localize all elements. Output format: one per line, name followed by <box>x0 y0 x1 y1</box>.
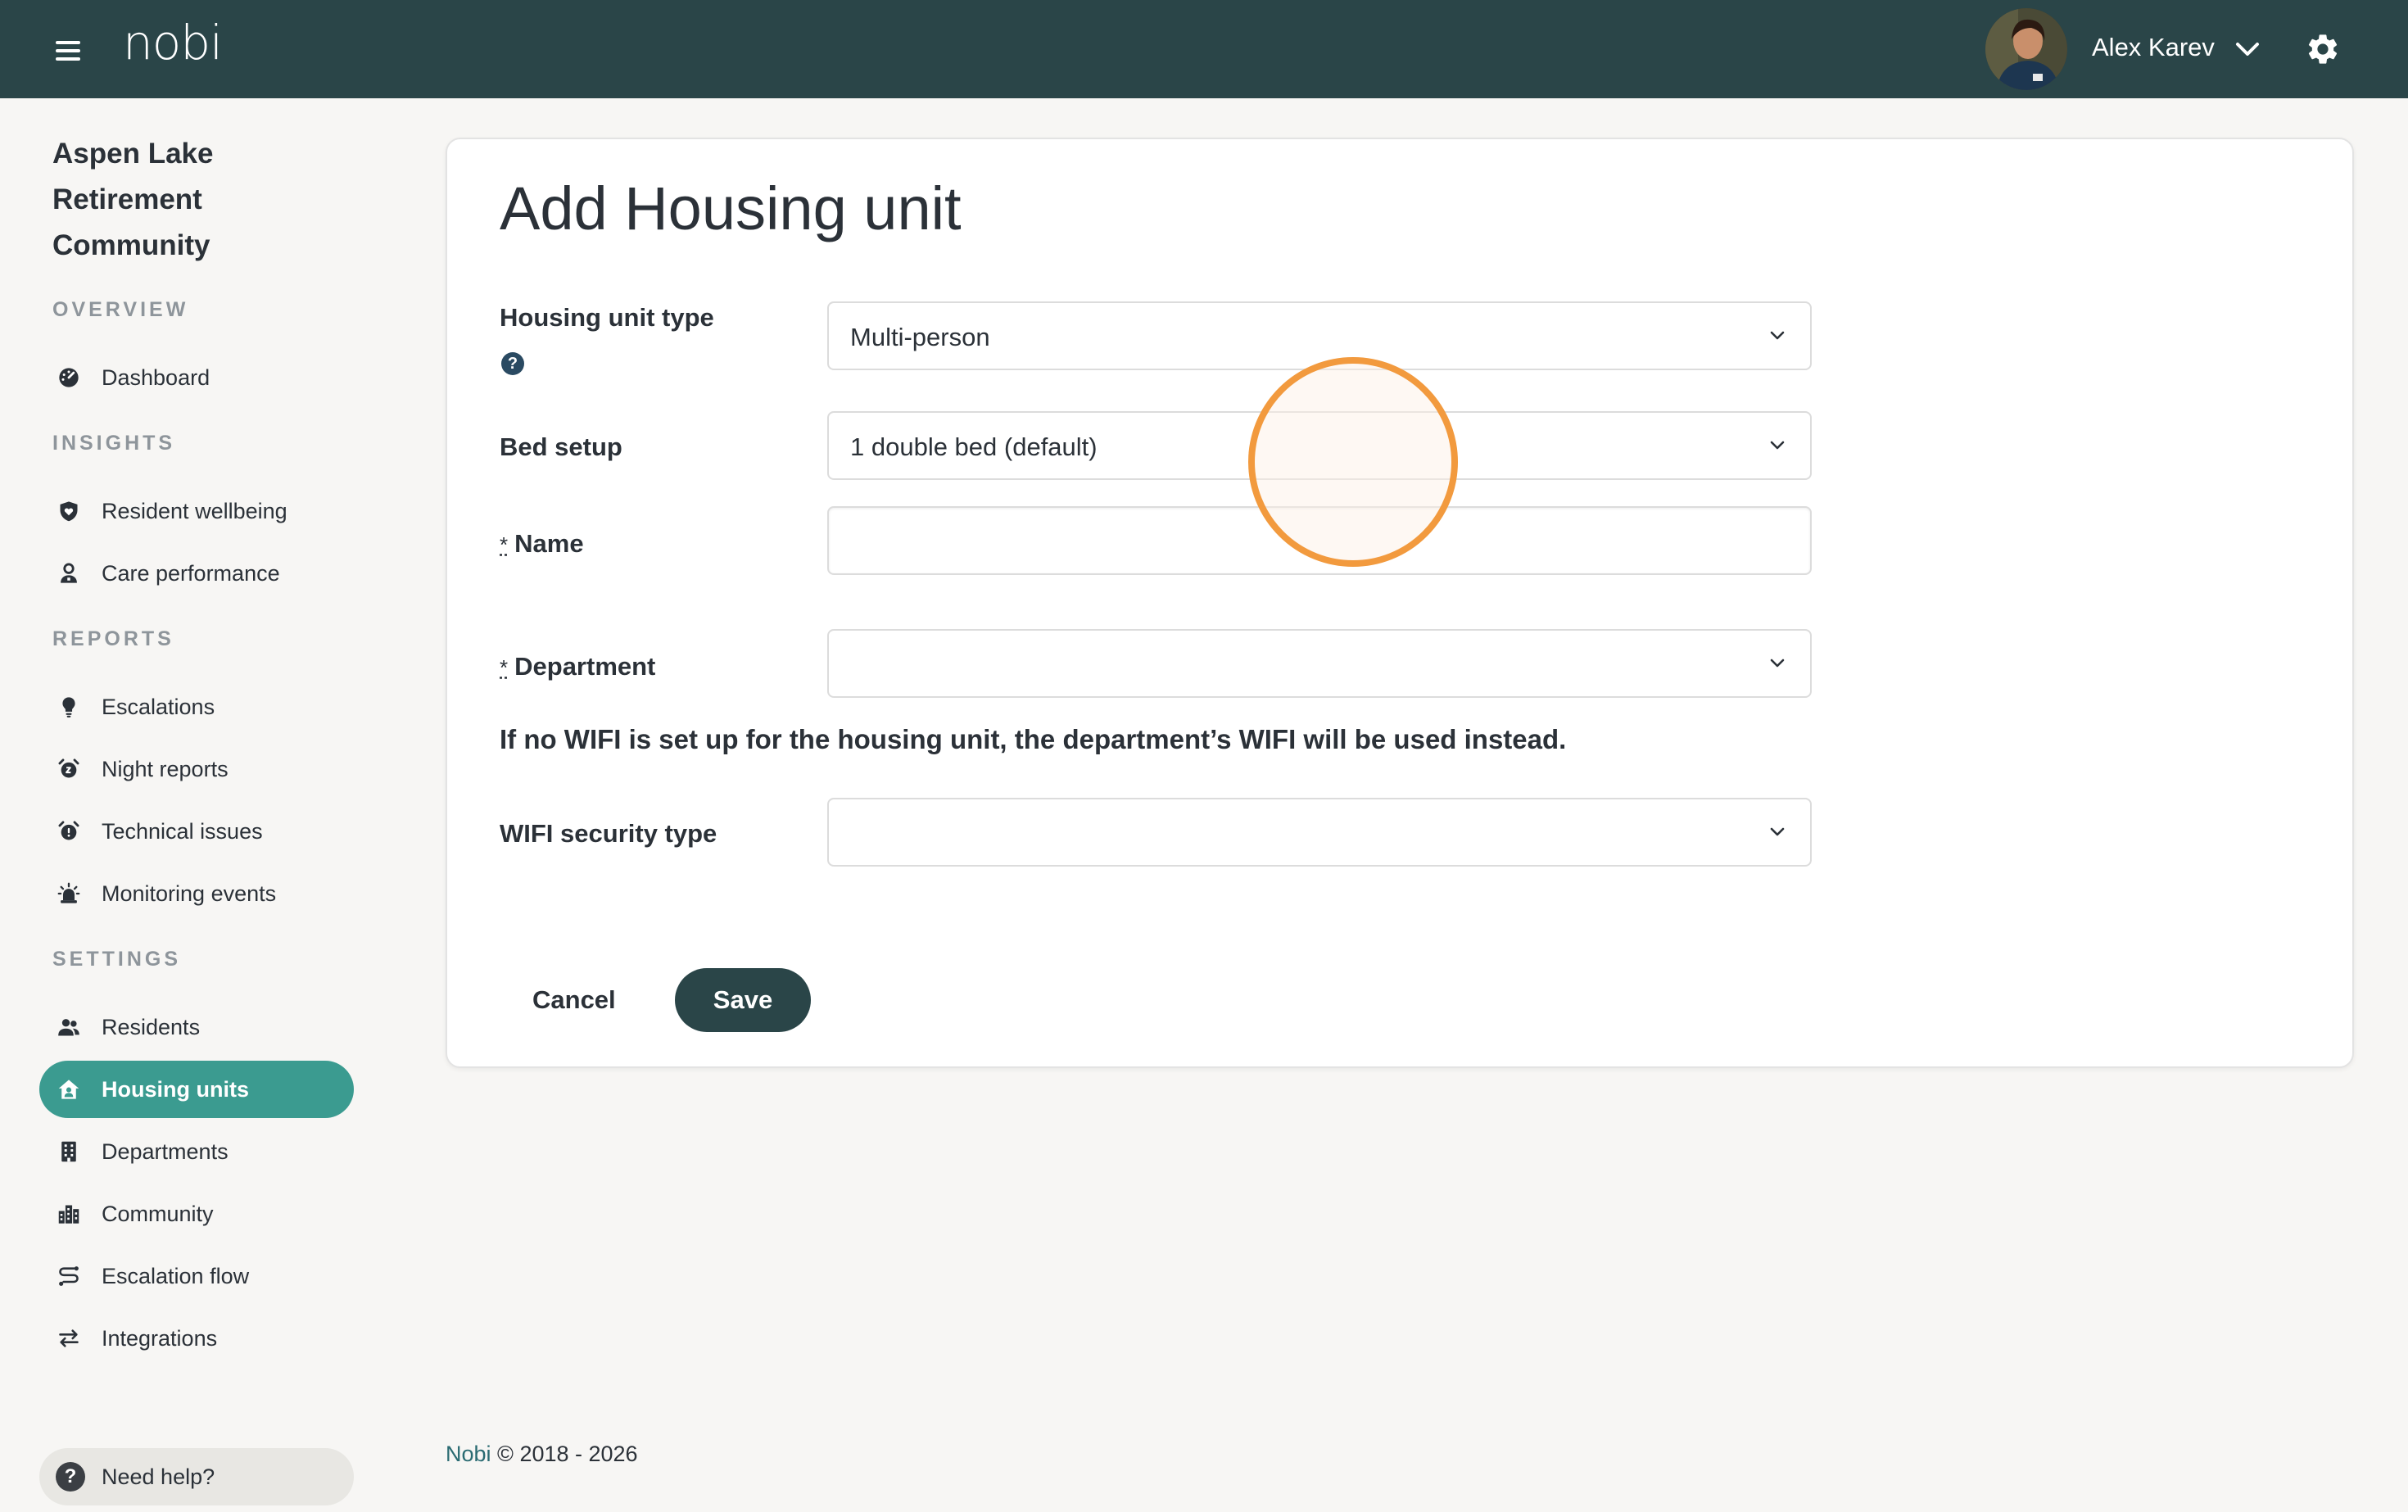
sidebar-item-label: Night reports <box>102 757 229 781</box>
building-icon <box>61 1141 76 1162</box>
sidebar-item-label: Housing units <box>102 1077 249 1102</box>
chevron-down-icon <box>1770 441 1785 450</box>
name-label: * Name <box>500 529 584 559</box>
siren-icon <box>57 882 80 903</box>
lightbulb-icon <box>62 697 75 718</box>
shield-heart-icon <box>60 501 78 522</box>
bed-setup-label: Bed setup <box>500 432 622 461</box>
wifi-security-type-label: WIFI security type <box>500 819 717 848</box>
alarm-clock-icon <box>58 758 79 778</box>
sidebar-item-label: Escalations <box>102 695 215 719</box>
section-insights: INSIGHTS <box>52 432 176 455</box>
footer: Nobi © 2018 - 2026 <box>446 1442 638 1467</box>
section-reports: REPORTS <box>52 627 174 650</box>
footer-brand-link[interactable]: Nobi <box>446 1442 491 1466</box>
gear-icon[interactable] <box>2305 31 2341 67</box>
section-settings: SETTINGS <box>52 948 182 971</box>
sidebar-item-housing-units[interactable]: Housing units <box>39 1061 354 1118</box>
section-overview: OVERVIEW <box>52 298 189 321</box>
arrows-exchange-icon <box>59 1329 79 1347</box>
cancel-button[interactable]: Cancel <box>521 968 627 1032</box>
users-icon <box>58 1019 79 1036</box>
sidebar-item-label: Monitoring events <box>102 881 277 906</box>
department-label-text: Department <box>514 652 656 681</box>
sidebar-item-label: Escalation flow <box>102 1264 250 1288</box>
wifi-security-type-select[interactable] <box>827 798 1812 867</box>
need-help-label: Need help? <box>102 1464 215 1489</box>
sidebar-item-label: Resident wellbeing <box>102 499 287 523</box>
question-icon: ? <box>56 1462 85 1492</box>
need-help-button[interactable]: ? Need help? <box>39 1448 354 1505</box>
department-label: * Department <box>500 652 655 681</box>
community-name: Aspen Lake Retirement Community <box>52 138 214 261</box>
sidebar-item-label: Dashboard <box>102 365 210 390</box>
sidebar-item-label: Residents <box>102 1015 201 1039</box>
add-housing-unit-card: Add Housing unit Housing unit type ? Mul… <box>446 138 2354 1068</box>
sidebar-item-label: Community <box>102 1202 214 1226</box>
sidebar-item-community[interactable]: Community <box>39 1185 354 1243</box>
sidebar-item-night-reports[interactable]: Night reports <box>39 740 354 798</box>
housing-unit-type-label: Housing unit type <box>500 303 714 332</box>
sidebar-item-monitoring-events[interactable]: Monitoring events <box>39 865 354 922</box>
chevron-down-icon[interactable] <box>2234 38 2261 61</box>
housing-unit-type-value: Multi-person <box>850 323 990 351</box>
name-input[interactable] <box>827 506 1812 575</box>
nobi-logo[interactable]: nobi <box>123 15 223 70</box>
page-title: Add Housing unit <box>500 174 962 242</box>
bed-setup-value: 1 double bed (default) <box>850 432 1098 461</box>
sidebar-item-integrations[interactable]: Integrations <box>39 1310 354 1367</box>
alarm-alert-icon <box>58 821 79 840</box>
sidebar-item-label: Integrations <box>102 1326 218 1351</box>
sidebar-item-resident-wellbeing[interactable]: Resident wellbeing <box>39 482 354 540</box>
sidebar-item-residents[interactable]: Residents <box>39 998 354 1056</box>
sidebar: Aspen Lake Retirement Community OVERVIEW… <box>0 98 385 1512</box>
footer-copyright: © 2018 - 2026 <box>497 1442 638 1466</box>
sidebar-item-dashboard[interactable]: Dashboard <box>39 349 354 406</box>
required-marker: * <box>500 532 509 557</box>
house-user-icon <box>58 1080 79 1099</box>
name-label-text: Name <box>514 529 584 558</box>
dashboard-icon <box>59 368 79 387</box>
sidebar-item-technical-issues[interactable]: Technical issues <box>39 803 354 860</box>
info-icon[interactable]: ? <box>501 352 524 375</box>
avatar-portrait <box>1985 8 2067 90</box>
chevron-down-icon <box>1770 331 1785 340</box>
sidebar-item-label: Technical issues <box>102 819 263 844</box>
required-marker: * <box>500 655 509 680</box>
top-bar: nobi Alex Karev <box>0 0 2408 98</box>
sidebar-item-escalations[interactable]: Escalations <box>39 678 354 736</box>
menu-icon[interactable] <box>56 41 80 61</box>
avatar[interactable] <box>1985 8 2067 90</box>
housing-unit-type-select[interactable]: Multi-person <box>827 301 1812 370</box>
caregiver-icon <box>61 563 77 583</box>
user-name[interactable]: Alex Karev <box>2092 33 2215 62</box>
flow-route-icon <box>59 1266 79 1286</box>
chevron-down-icon <box>1770 659 1785 668</box>
sidebar-item-label: Care performance <box>102 561 280 586</box>
sidebar-item-label: Departments <box>102 1139 229 1164</box>
city-icon <box>58 1205 79 1224</box>
sidebar-item-departments[interactable]: Departments <box>39 1123 354 1180</box>
sidebar-item-care-performance[interactable]: Care performance <box>39 545 354 602</box>
bed-setup-select[interactable]: 1 double bed (default) <box>827 411 1812 480</box>
wifi-note: If no WIFI is set up for the housing uni… <box>500 724 1567 754</box>
chevron-down-icon <box>1770 827 1785 836</box>
department-select[interactable] <box>827 629 1812 698</box>
sidebar-item-escalation-flow[interactable]: Escalation flow <box>39 1247 354 1305</box>
save-button[interactable]: Save <box>675 968 811 1032</box>
